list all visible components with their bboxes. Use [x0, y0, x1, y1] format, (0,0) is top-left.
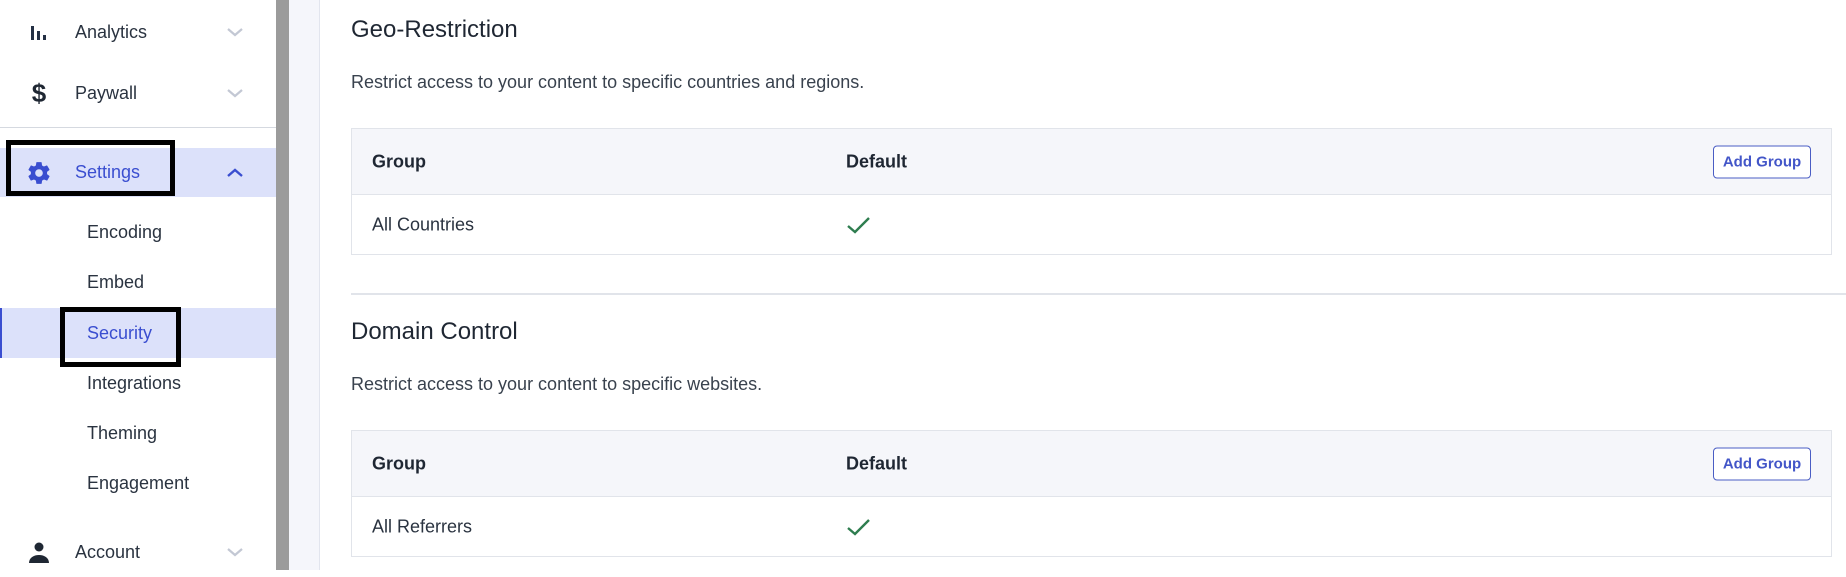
- table-row[interactable]: All Referrers: [352, 497, 1831, 556]
- section-divider: [351, 293, 1846, 295]
- gear-icon: [26, 160, 52, 186]
- bar-chart-icon: [26, 19, 52, 45]
- sidebar-subitem-security[interactable]: Security: [0, 308, 276, 358]
- geo-restriction-description: Restrict access to your content to speci…: [351, 72, 865, 92]
- sidebar-item-settings[interactable]: Settings: [0, 148, 276, 197]
- sidebar-subitem-label: Embed: [87, 271, 145, 292]
- content-gutter: [289, 0, 320, 570]
- main-content: Geo-Restriction Restrict access to your …: [320, 0, 1846, 570]
- dollar-icon: $: [31, 77, 47, 108]
- chevron-down-icon[interactable]: [226, 546, 244, 558]
- column-header-group: Group: [372, 453, 426, 473]
- sidebar-subitem-label: Integrations: [87, 372, 182, 393]
- sidebar-item-analytics[interactable]: Analytics: [0, 7, 276, 57]
- sidebar-scrollbar[interactable]: [276, 0, 289, 570]
- checkmark-icon: [847, 518, 870, 536]
- domain-control-title: Domain Control: [351, 318, 518, 345]
- domain-control-description: Restrict access to your content to speci…: [351, 374, 763, 394]
- group-name: All Countries: [372, 214, 475, 234]
- sidebar-item-label: Settings: [75, 162, 141, 182]
- sidebar-subitem-label: Security: [87, 322, 153, 343]
- geo-restriction-table: Group Default Add Group All Countries: [351, 128, 1832, 255]
- sidebar-item-label: Analytics: [75, 21, 148, 42]
- chevron-up-icon[interactable]: [226, 167, 244, 179]
- geo-restriction-title: Geo-Restriction: [351, 16, 518, 43]
- sidebar-item-label: Account: [75, 541, 141, 562]
- chevron-down-icon[interactable]: [226, 26, 244, 38]
- column-header-default: Default: [846, 151, 908, 171]
- checkmark-icon: [847, 216, 870, 234]
- sidebar-subitem-integrations[interactable]: Integrations: [0, 358, 276, 408]
- group-name: All Referrers: [372, 516, 473, 536]
- sidebar-subitem-label: Engagement: [87, 472, 190, 493]
- sidebar-subitem-encoding[interactable]: Encoding: [0, 207, 276, 257]
- sidebar-subitem-label: Theming: [87, 422, 158, 443]
- column-header-group: Group: [372, 151, 426, 171]
- domain-control-table: Group Default Add Group All Referrers: [351, 430, 1832, 557]
- sidebar-item-paywall[interactable]: $ Paywall: [0, 68, 276, 118]
- sidebar-subitem-engagement[interactable]: Engagement: [0, 458, 276, 508]
- sidebar-subitem-label: Encoding: [87, 221, 163, 242]
- chevron-down-icon[interactable]: [226, 87, 244, 99]
- add-group-button[interactable]: Add Group: [1713, 145, 1811, 178]
- table-header: Group Default Add Group: [352, 431, 1831, 497]
- sidebar-subitem-theming[interactable]: Theming: [0, 408, 276, 458]
- table-header: Group Default Add Group: [352, 129, 1831, 195]
- table-row[interactable]: All Countries: [352, 195, 1831, 254]
- column-header-default: Default: [846, 453, 908, 473]
- person-icon: [26, 539, 52, 565]
- sidebar-item-label: Paywall: [75, 82, 138, 103]
- sidebar: Analytics $ Paywall Settings Encoding Em…: [0, 0, 276, 570]
- sidebar-divider: [0, 127, 276, 128]
- add-group-button[interactable]: Add Group: [1713, 447, 1811, 480]
- sidebar-subitem-embed[interactable]: Embed: [0, 257, 276, 307]
